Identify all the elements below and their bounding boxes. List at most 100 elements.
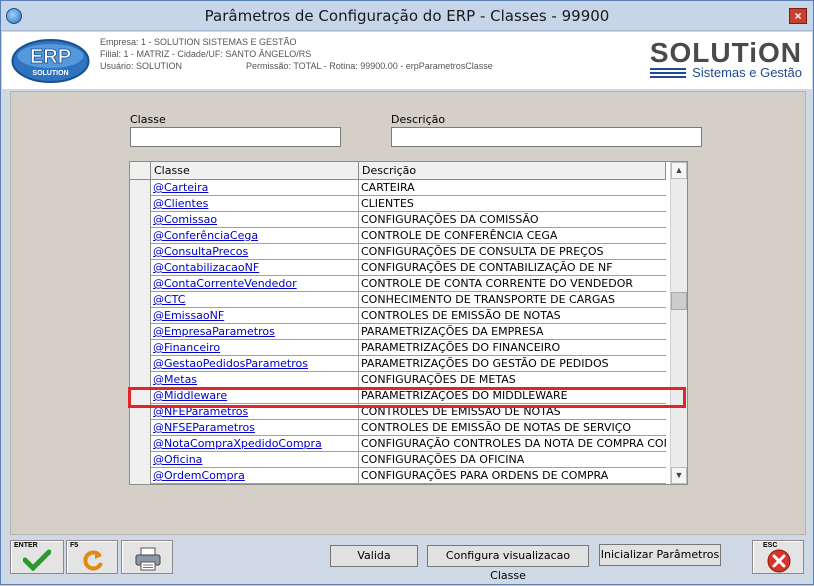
classe-link[interactable]: @Financeiro: [151, 340, 359, 356]
row-indicator[interactable]: [130, 180, 151, 196]
table-row[interactable]: @GestaoPedidosParametros PARAMETRIZAÇÕES …: [130, 356, 666, 372]
column-header-classe[interactable]: Classe: [151, 162, 359, 180]
descricao-cell: CONFIGURAÇÕES DA COMISSÃO: [361, 213, 539, 226]
table-row[interactable]: @ContaCorrenteVendedor CONTROLE DE CONTA …: [130, 276, 666, 292]
classe-filter-input[interactable]: [130, 127, 341, 147]
row-indicator[interactable]: [130, 468, 151, 484]
descricao-filter-input[interactable]: [391, 127, 702, 147]
descricao-cell: CONTROLES DE EMISSÃO DE NOTAS: [361, 309, 561, 322]
table-row[interactable]: @Carteira CARTEIRA: [130, 180, 666, 196]
classe-link[interactable]: @Carteira: [151, 180, 359, 196]
row-indicator[interactable]: [130, 308, 151, 324]
configura-visualizacao-button[interactable]: Configura visualizacao Classe: [427, 545, 589, 582]
classe-link[interactable]: @OrdemCompra: [151, 468, 359, 484]
classe-link[interactable]: @CTC: [151, 292, 359, 308]
esc-button[interactable]: ESC: [752, 540, 804, 574]
descricao-cell: CONFIGURAÇÃO CONTROLES DA NOTA DE COMPRA…: [361, 437, 666, 450]
table-row[interactable]: @CTC CONHECIMENTO DE TRANSPORTE DE CARGAS: [130, 292, 666, 308]
erp-logo-subtext: SOLUTION: [32, 70, 68, 77]
descricao-cell: CONTROLE DE CONTA CORRENTE DO VENDEDOR: [361, 277, 634, 290]
scroll-down-button[interactable]: ▼: [671, 467, 687, 484]
toolbar-bottom: ENTER F5 Valida Configura visualizacao C…: [2, 536, 812, 584]
row-indicator[interactable]: [130, 276, 151, 292]
company-header: ERP SOLUTION Empresa: 1 - SOLUTION SISTE…: [2, 32, 812, 89]
descricao-cell: CONTROLE DE CONFERÊNCIA CEGA: [361, 229, 558, 242]
classe-link[interactable]: @EmpresaParametros: [151, 324, 359, 340]
grid-header: Classe Descrição: [130, 162, 666, 180]
selection-highlight: [128, 387, 686, 408]
classe-link[interactable]: @ConferênciaCega: [151, 228, 359, 244]
title-bar: Parâmetros de Configuração do ERP - Clas…: [1, 1, 813, 31]
classe-link[interactable]: @Oficina: [151, 452, 359, 468]
close-icon[interactable]: ×: [789, 8, 807, 24]
enter-key-label: ENTER: [14, 542, 38, 549]
column-header-descricao[interactable]: Descrição: [359, 162, 666, 180]
row-indicator[interactable]: [130, 292, 151, 308]
print-button[interactable]: [121, 540, 173, 574]
enter-button[interactable]: ENTER: [10, 540, 64, 574]
valida-button[interactable]: Valida: [330, 545, 418, 567]
descricao-cell: CONFIGURAÇÕES PARA ORDENS DE COMPRA: [361, 469, 609, 482]
vertical-scrollbar[interactable]: ▲ ▼: [670, 162, 687, 484]
table-row[interactable]: @ConferênciaCega CONTROLE DE CONFERÊNCIA …: [130, 228, 666, 244]
classe-link[interactable]: @ConsultaPrecos: [151, 244, 359, 260]
row-indicator[interactable]: [130, 436, 151, 452]
row-indicator[interactable]: [130, 372, 151, 388]
session-info: Empresa: 1 - SOLUTION SISTEMAS E GESTÃO …: [100, 36, 493, 72]
classe-link[interactable]: @EmissaoNF: [151, 308, 359, 324]
classe-link[interactable]: @GestaoPedidosParametros: [151, 356, 359, 372]
table-row[interactable]: @EmpresaParametros PARAMETRIZAÇÕES DA EMP…: [130, 324, 666, 340]
empresa-text: Empresa: 1 - SOLUTION SISTEMAS E GESTÃO: [100, 37, 297, 47]
classe-link[interactable]: @Comissao: [151, 212, 359, 228]
brand-main: SOLUTiON: [649, 37, 802, 68]
brand-stripes: [649, 68, 686, 78]
printer-icon: [135, 547, 161, 571]
descricao-cell: PARAMETRIZAÇÕES DO FINANCEIRO: [361, 341, 561, 354]
table-row[interactable]: @NFSEParametros CONTROLES DE EMISSÃO DE N…: [130, 420, 666, 436]
table-row[interactable]: @Oficina CONFIGURAÇÕES DA OFICINA: [130, 452, 666, 468]
table-row[interactable]: @OrdemCompra CONFIGURAÇÕES PARA ORDENS DE…: [130, 468, 666, 484]
row-indicator[interactable]: [130, 244, 151, 260]
descricao-label: Descrição: [391, 113, 446, 126]
grid-rows: @Carteira CARTEIRA @Clientes CLIENTES @Comis…: [130, 180, 666, 484]
inicializar-parametros-button[interactable]: Inicializar Parâmetros: [599, 544, 721, 566]
table-row[interactable]: @ConsultaPrecos CONFIGURAÇÕES DE CONSULTA…: [130, 244, 666, 260]
table-row[interactable]: @Comissao CONFIGURAÇÕES DA COMISSÃO: [130, 212, 666, 228]
row-indicator[interactable]: [130, 228, 151, 244]
window: Parâmetros de Configuração do ERP - Clas…: [0, 0, 814, 585]
classe-link[interactable]: @Metas: [151, 372, 359, 388]
table-row[interactable]: @Financeiro PARAMETRIZAÇÕES DO FINANCEIRO: [130, 340, 666, 356]
row-indicator[interactable]: [130, 356, 151, 372]
row-indicator[interactable]: [130, 452, 151, 468]
classe-link[interactable]: @Clientes: [151, 196, 359, 212]
esc-key-label: ESC: [763, 542, 778, 549]
permissao-text: Permissão: TOTAL - Rotina: 99900.00 - er…: [246, 61, 493, 71]
table-row[interactable]: @NotaCompraXpedidoCompra CONFIGURAÇÃO CON…: [130, 436, 666, 452]
refresh-button[interactable]: F5: [66, 540, 118, 574]
classe-link[interactable]: @NotaCompraXpedidoCompra: [151, 436, 359, 452]
classe-link[interactable]: @ContaCorrenteVendedor: [151, 276, 359, 292]
window-title: Parâmetros de Configuração do ERP - Clas…: [204, 7, 610, 25]
table-row[interactable]: @EmissaoNF CONTROLES DE EMISSÃO DE NOTAS: [130, 308, 666, 324]
row-indicator[interactable]: [130, 340, 151, 356]
header-indicator: [130, 162, 151, 180]
descricao-cell: PARAMETRIZAÇÕES DO GESTÃO DE PEDIDOS: [361, 357, 609, 370]
row-indicator[interactable]: [130, 260, 151, 276]
classe-link[interactable]: @ContabilizacaoNF: [151, 260, 359, 276]
erp-logo-text: ERP: [30, 46, 71, 68]
classe-link[interactable]: @NFSEParametros: [151, 420, 359, 436]
row-indicator[interactable]: [130, 212, 151, 228]
descricao-cell: CONTROLES DE EMISSÃO DE NOTAS DE SERVIÇO: [361, 421, 632, 434]
descricao-cell: CONFIGURAÇÕES DE CONSULTA DE PREÇOS: [361, 245, 604, 258]
scroll-thumb[interactable]: [671, 292, 687, 310]
descricao-cell: PARAMETRIZAÇÕES DA EMPRESA: [361, 325, 544, 338]
table-row[interactable]: @Metas CONFIGURAÇÕES DE METAS: [130, 372, 666, 388]
row-indicator[interactable]: [130, 324, 151, 340]
scroll-up-button[interactable]: ▲: [671, 162, 687, 179]
row-indicator[interactable]: [130, 420, 151, 436]
table-row[interactable]: @ContabilizacaoNF CONFIGURAÇÕES DE CONTAB…: [130, 260, 666, 276]
table-row[interactable]: @Clientes CLIENTES: [130, 196, 666, 212]
row-indicator[interactable]: [130, 196, 151, 212]
check-icon: [23, 549, 51, 571]
classes-grid[interactable]: Classe Descrição @Carteira CARTEIRA @Clien…: [129, 161, 688, 485]
